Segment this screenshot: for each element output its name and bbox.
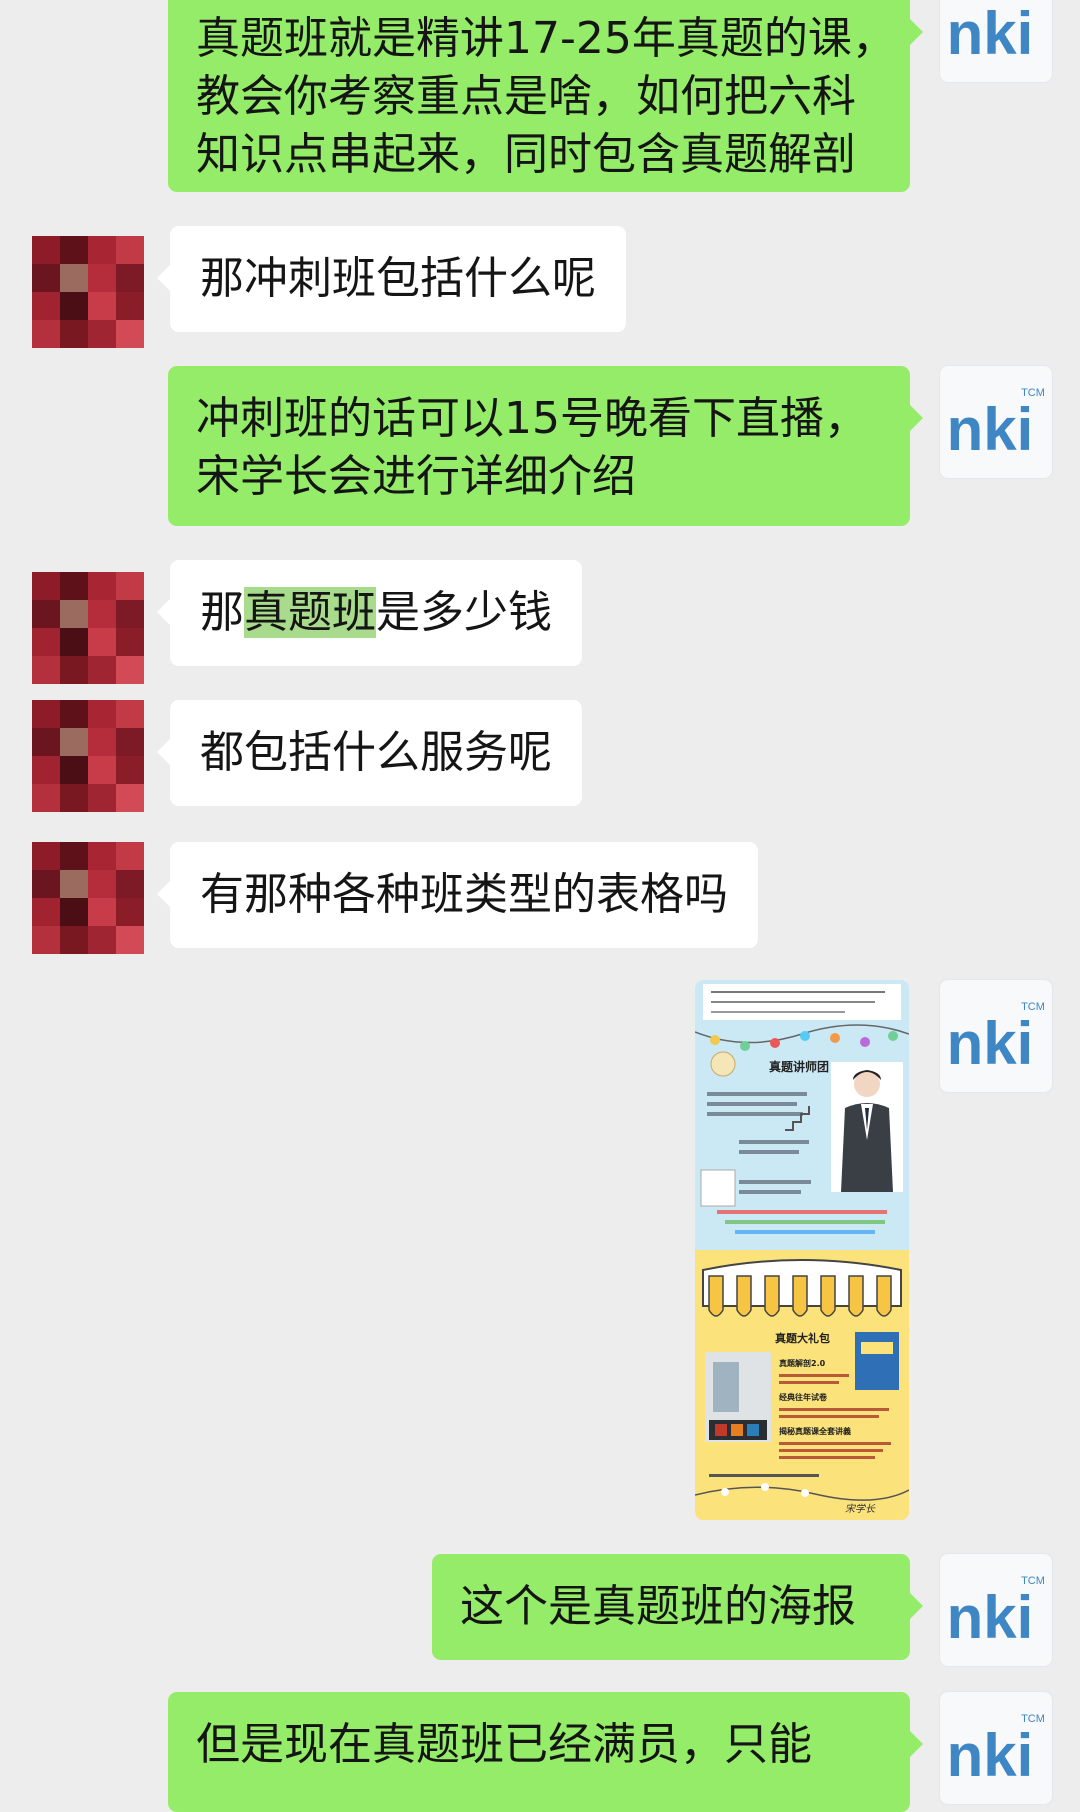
svg-text:真题解剖2.0: 真题解剖2.0 bbox=[779, 1358, 826, 1368]
contact-avatar-pixelated[interactable] bbox=[32, 700, 144, 812]
svg-text:nki: nki bbox=[947, 396, 1034, 463]
svg-text:nki: nki bbox=[947, 1584, 1034, 1651]
self-avatar[interactable]: nki TCM bbox=[940, 1692, 1052, 1804]
poster-image: 真题讲师团 真题大礼包 真题解剖2.0 经典往年试卷 揭秘真题课全套讲義 宋学长 bbox=[695, 980, 909, 1520]
svg-text:真题大礼包: 真题大礼包 bbox=[775, 1331, 830, 1345]
message-text: 但是现在真题班已经满员，只能 bbox=[196, 1719, 812, 1770]
message-text: 那真题班是多少钱 bbox=[200, 587, 552, 638]
message-text-line: 真题班就是精讲17-25年真题的课， bbox=[196, 13, 896, 64]
svg-text:nki: nki bbox=[947, 1722, 1034, 1789]
message-text: 那冲刺班包括什么呢 bbox=[200, 253, 596, 304]
message-bubble-incoming[interactable]: 那冲刺班包括什么呢 bbox=[157, 226, 626, 332]
nki-logo-avatar-icon: nki TCM bbox=[947, 1001, 1045, 1077]
message-text: 有那种各种班类型的表格吗 bbox=[200, 869, 728, 920]
self-avatar[interactable]: nki TCM bbox=[940, 980, 1052, 1092]
contact-avatar-pixelated[interactable] bbox=[32, 572, 144, 684]
nki-logo-avatar-icon: nki TCM bbox=[947, 1713, 1045, 1789]
contact-avatar-pixelated[interactable] bbox=[32, 236, 144, 348]
svg-text:TCM: TCM bbox=[1021, 1713, 1045, 1725]
svg-text:TCM: TCM bbox=[1021, 1001, 1045, 1013]
message-bubble-outgoing[interactable]: 这个是真题班的海报 bbox=[432, 1554, 923, 1660]
nki-logo-avatar-icon: nki TCM bbox=[947, 1575, 1045, 1651]
message-text-line: 冲刺班的话可以15号晚看下直播， bbox=[196, 393, 868, 444]
highlighted-text[interactable]: 真题班 bbox=[244, 587, 376, 638]
message-text: 这个是真题班的海报 bbox=[460, 1581, 856, 1632]
svg-text:nki: nki bbox=[947, 1010, 1034, 1077]
message-text-line: 教会你考察重点是啥，如何把六科 bbox=[196, 71, 856, 122]
svg-text:nki: nki bbox=[947, 0, 1034, 67]
self-avatar[interactable]: nki TCM bbox=[940, 0, 1052, 82]
svg-text:TCM: TCM bbox=[1021, 387, 1045, 399]
self-avatar[interactable]: nki TCM bbox=[940, 1554, 1052, 1666]
poster-image-message[interactable]: 真题讲师团 真题大礼包 真题解剖2.0 经典往年试卷 揭秘真题课全套讲義 宋学长 bbox=[695, 980, 909, 1520]
message-bubble-incoming[interactable]: 都包括什么服务呢 bbox=[157, 700, 582, 806]
svg-text:揭秘真题课全套讲義: 揭秘真题课全套讲義 bbox=[779, 1426, 851, 1436]
nki-logo-avatar-icon: nki TCM bbox=[947, 387, 1045, 463]
svg-text:经典往年试卷: 经典往年试卷 bbox=[779, 1392, 828, 1402]
message-text: 都包括什么服务呢 bbox=[200, 727, 552, 778]
svg-text:TCM: TCM bbox=[1021, 1575, 1045, 1587]
svg-text:TCM: TCM bbox=[1021, 0, 1045, 3]
message-bubble-outgoing[interactable]: 真题班就是精讲17-25年真题的课， 教会你考察重点是啥，如何把六科 知识点串起… bbox=[168, 0, 923, 192]
message-text-line: 知识点串起来，同时包含真题解剖 bbox=[196, 129, 856, 180]
message-bubble-incoming[interactable]: 有那种各种班类型的表格吗 bbox=[157, 842, 758, 948]
svg-text:宋学长: 宋学长 bbox=[845, 1503, 876, 1515]
contact-avatar-pixelated[interactable] bbox=[32, 842, 144, 954]
svg-text:真题讲师团: 真题讲师团 bbox=[769, 1059, 829, 1074]
message-bubble-incoming[interactable]: 那真题班是多少钱 bbox=[157, 560, 582, 666]
message-bubble-outgoing[interactable]: 冲刺班的话可以15号晚看下直播， 宋学长会进行详细介绍 bbox=[168, 366, 923, 526]
message-bubble-outgoing[interactable]: 但是现在真题班已经满员，只能 bbox=[168, 1692, 923, 1812]
nki-logo-avatar-icon: nki TCM bbox=[947, 0, 1045, 67]
self-avatar[interactable]: nki TCM bbox=[940, 366, 1052, 478]
message-text-line: 宋学长会进行详细介绍 bbox=[196, 451, 636, 502]
